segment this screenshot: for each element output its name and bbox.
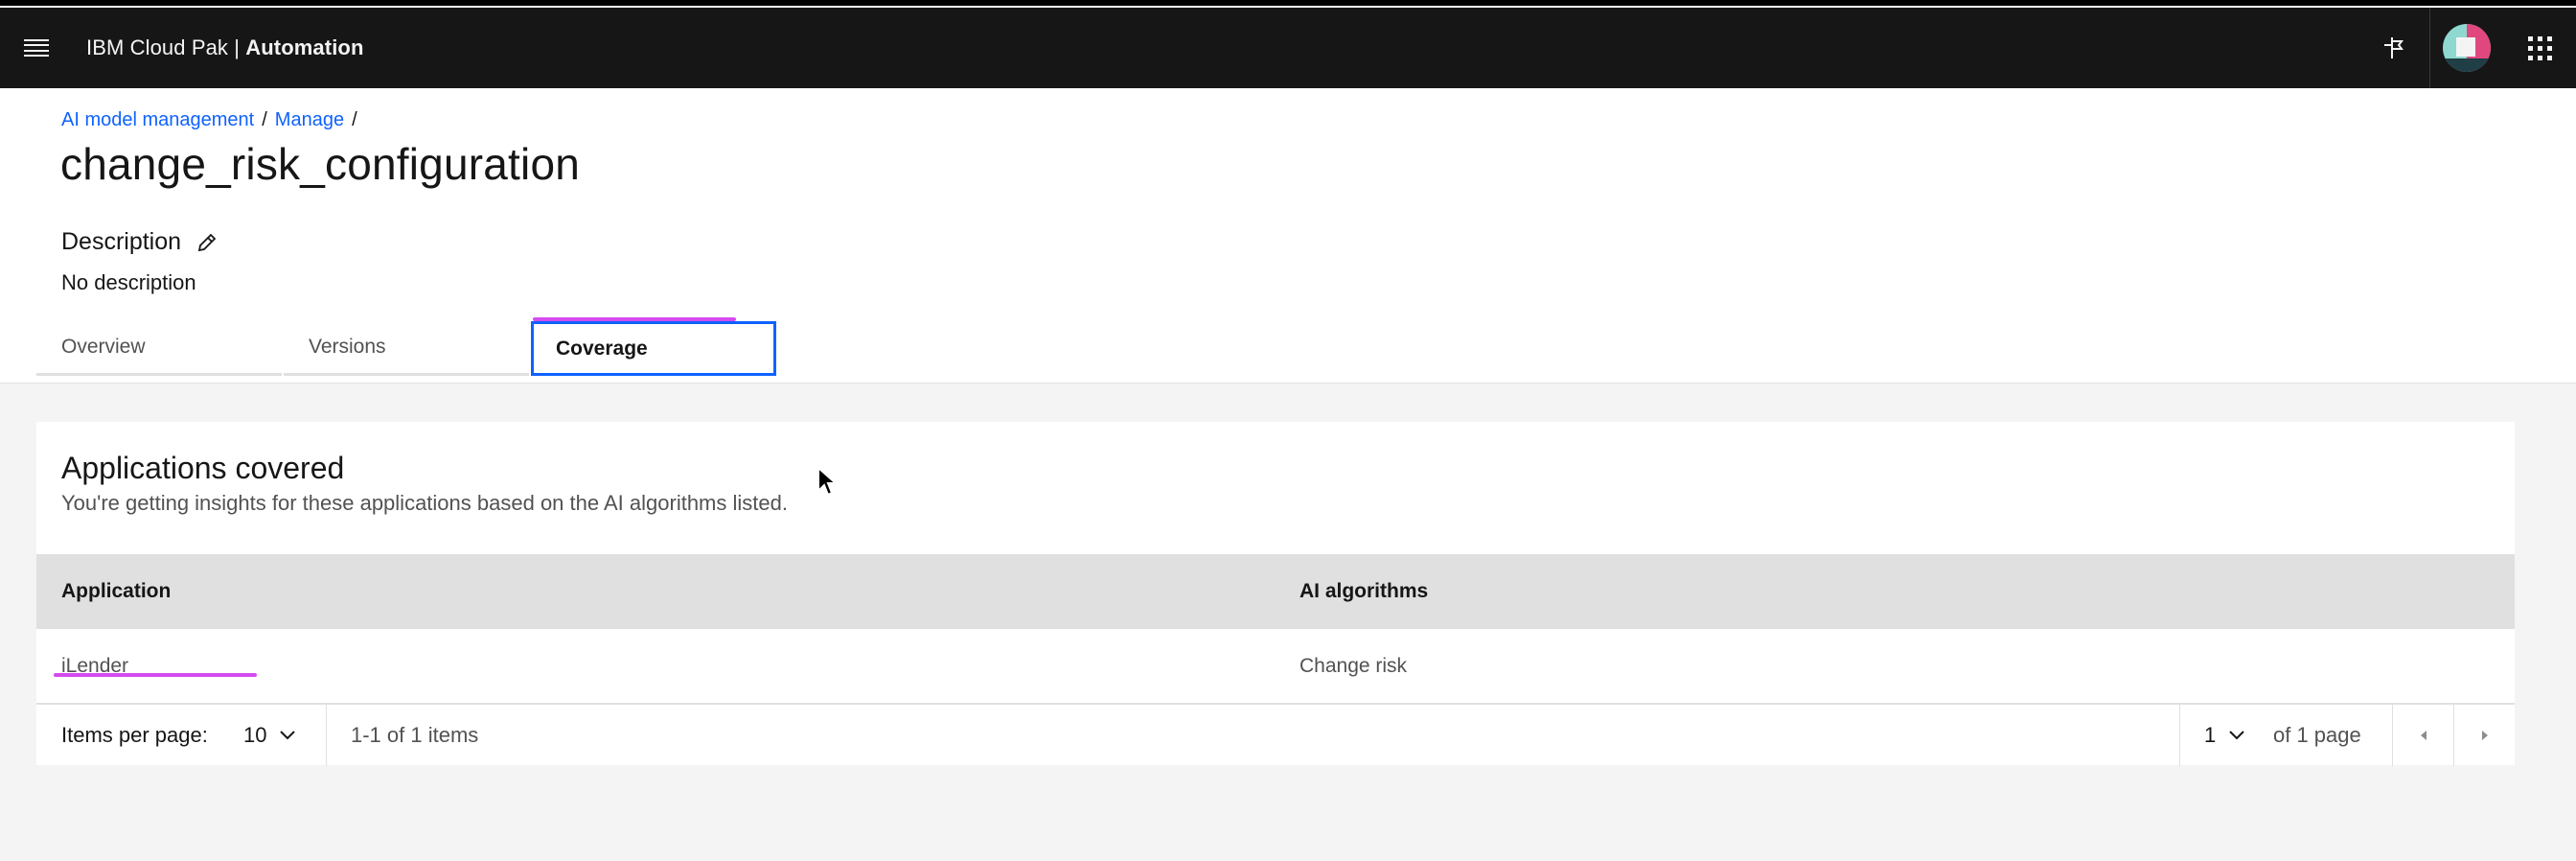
caret-left-icon — [2421, 731, 2426, 740]
table-header: Application AI algorithms — [36, 554, 2515, 629]
description-label: Description — [61, 228, 182, 255]
page-title: change_risk_configuration — [60, 139, 581, 189]
menu-button[interactable] — [0, 8, 73, 88]
tab-versions[interactable]: Versions — [284, 321, 529, 376]
brand-prefix: IBM Cloud Pak | — [86, 35, 246, 59]
table-row[interactable]: iLender Change risk — [36, 629, 2515, 704]
items-per-page-value: 10 — [243, 722, 267, 747]
mouse-cursor-icon — [817, 466, 838, 497]
tab-list: Overview Versions Coverage — [36, 321, 778, 376]
pagination-divider — [2179, 705, 2180, 766]
applications-covered-card: Applications covered You're getting insi… — [36, 422, 2516, 766]
top-header: IBM Cloud Pak | Automation — [0, 8, 2576, 88]
next-page-button[interactable] — [2454, 705, 2516, 766]
chevron-down-icon — [2229, 730, 2244, 739]
total-pages: of 1 page — [2273, 722, 2361, 747]
edit-icon[interactable] — [196, 232, 218, 253]
tab-overview[interactable]: Overview — [36, 321, 282, 376]
tab-coverage[interactable]: Coverage — [531, 321, 776, 376]
breadcrumb-separator: / — [352, 109, 357, 130]
column-header-ai-algorithms: AI algorithms — [1300, 580, 1429, 602]
page-header: AI model management / Manage / change_ri… — [0, 88, 2576, 384]
breadcrumb-manage[interactable]: Manage — [275, 109, 344, 131]
page-value: 1 — [2204, 722, 2217, 747]
breadcrumb-separator: / — [262, 109, 267, 130]
brand-product: Automation — [245, 35, 364, 59]
menu-icon — [24, 39, 49, 57]
pagination-divider — [326, 705, 327, 766]
pagination: Items per page: 10 1-1 of 1 items 1 of 1… — [36, 704, 2516, 766]
card-subtitle: You're getting insights for these applic… — [61, 491, 788, 515]
user-avatar-button[interactable] — [2430, 8, 2503, 88]
caret-right-icon — [2482, 731, 2488, 740]
header-actions — [2357, 8, 2576, 88]
breadcrumb: AI model management / Manage / — [61, 109, 357, 131]
cell-ai-algorithms: Change risk — [1300, 654, 1408, 677]
highlight-underline — [533, 317, 736, 321]
app-switcher-button[interactable] — [2503, 8, 2576, 88]
highlight-underline — [54, 673, 257, 677]
product-brand[interactable]: IBM Cloud Pak | Automation — [86, 35, 363, 60]
previous-page-button[interactable] — [2393, 705, 2454, 766]
items-per-page-label: Items per page: — [61, 722, 208, 747]
description-heading: Description — [61, 228, 218, 256]
top-edge — [0, 0, 2576, 6]
breadcrumb-ai-model-management[interactable]: AI model management — [61, 109, 254, 131]
description-value: No description — [61, 270, 196, 294]
app-switcher-icon — [2527, 35, 2552, 60]
chevron-down-icon — [280, 730, 296, 739]
items-range: 1-1 of 1 items — [351, 722, 479, 747]
signpost-icon — [2384, 37, 2404, 58]
avatar — [2443, 24, 2491, 72]
page-select[interactable]: 1 — [2204, 723, 2244, 748]
items-per-page-select[interactable]: 10 — [243, 722, 296, 748]
card-title: Applications covered — [61, 451, 345, 485]
column-header-application: Application — [61, 580, 172, 602]
signpost-button[interactable] — [2357, 8, 2429, 88]
